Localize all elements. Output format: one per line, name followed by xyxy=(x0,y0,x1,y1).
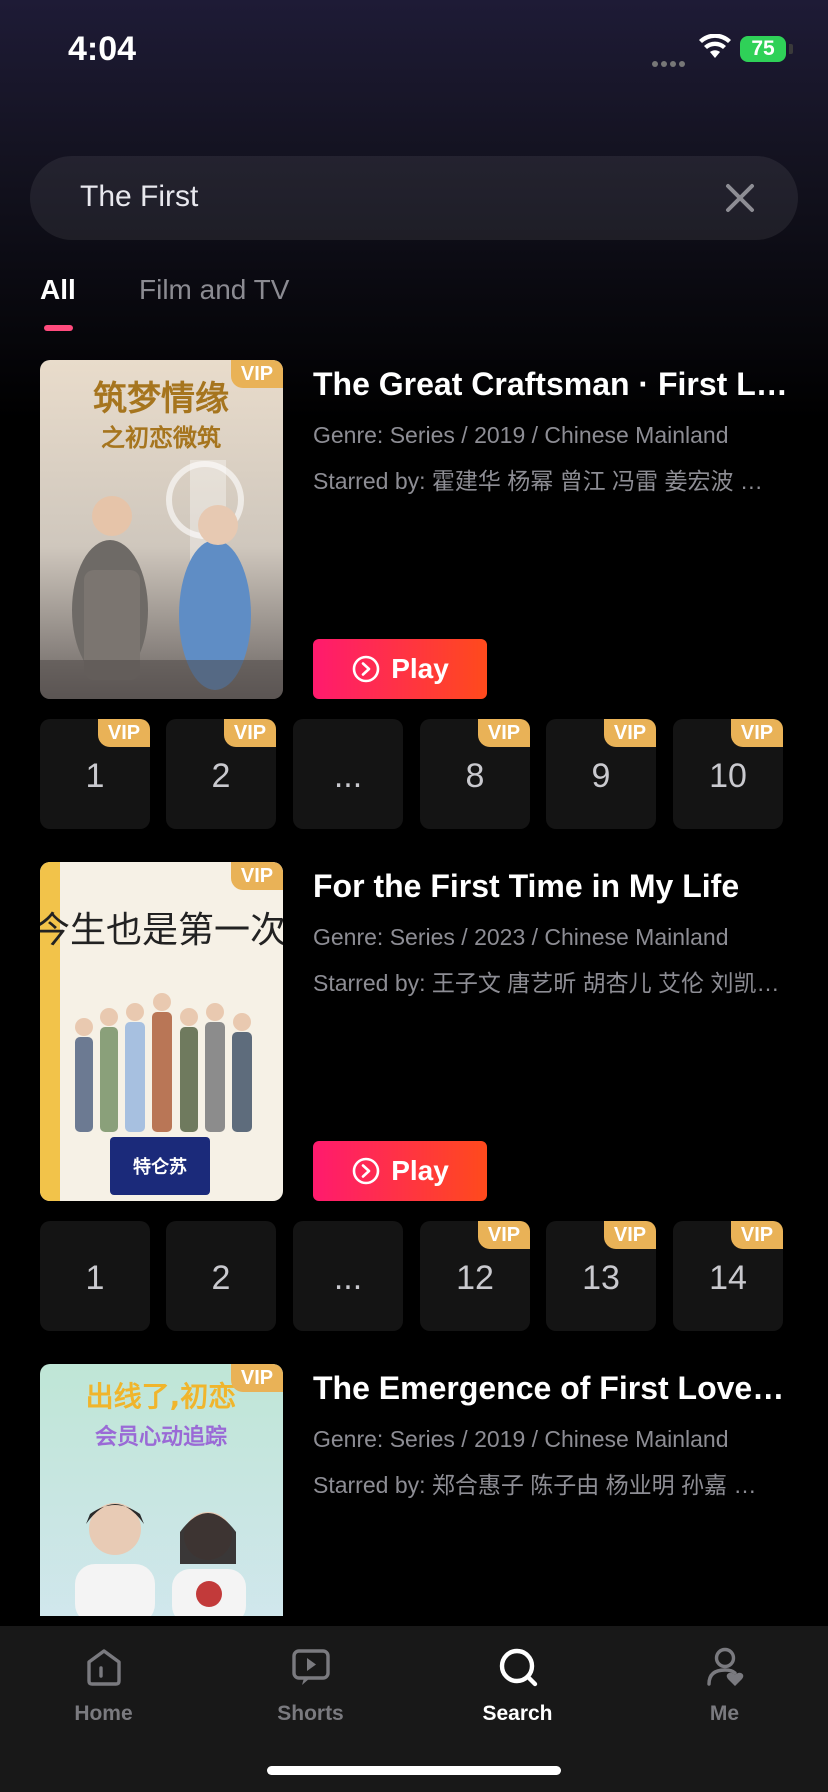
tabbar-label: Me xyxy=(709,1702,740,1725)
result-genre: Genre: Series / 2019 / Chinese Mainland xyxy=(313,422,729,448)
vip-badge: VIP xyxy=(604,1221,656,1249)
result-title[interactable]: For the First Time in My Life xyxy=(313,868,793,905)
vip-badge: VIP xyxy=(98,719,150,747)
episode-button[interactable]: 9 VIP xyxy=(546,719,656,829)
vip-badge: VIP xyxy=(231,360,283,388)
home-indicator xyxy=(267,1766,561,1775)
tabbar-search[interactable]: Search xyxy=(414,1626,621,1746)
tabbar-shorts[interactable]: Shorts xyxy=(207,1626,414,1746)
shorts-icon xyxy=(292,1649,330,1685)
svg-text:会员心动追踪: 会员心动追踪 xyxy=(95,1424,227,1450)
episode-list: 1 VIP 2 VIP ... 8 VIP 9 VIP 10 VIP xyxy=(0,719,828,829)
poster-image[interactable]: 今生也是第一次 特仑苏 VIP xyxy=(40,862,283,1201)
tab-film-and-tv[interactable]: Film and TV xyxy=(139,274,289,306)
result-genre: Genre: Series / 2023 / Chinese Mainland xyxy=(313,924,729,950)
home-icon xyxy=(87,1649,121,1686)
tabbar-me[interactable]: Me xyxy=(621,1626,828,1746)
episode-more-button[interactable]: ... xyxy=(293,719,403,829)
search-icon xyxy=(499,1648,538,1687)
result-item[interactable]: 出线了,初恋 会员心动追踪 VIP The Emergence of First… xyxy=(0,1364,828,1616)
play-button[interactable]: Play xyxy=(313,639,487,699)
vip-badge: VIP xyxy=(231,862,283,890)
svg-text:之初恋微筑: 之初恋微筑 xyxy=(101,423,221,452)
play-button-label: Play xyxy=(391,653,449,684)
result-title[interactable]: The Great Craftsman · First Love xyxy=(313,366,793,403)
episode-button[interactable]: 2 xyxy=(166,1221,276,1331)
tabbar-label: Search xyxy=(482,1702,553,1725)
episode-button[interactable]: 10 VIP xyxy=(673,719,783,829)
episode-button[interactable]: 1 VIP xyxy=(40,719,150,829)
profile-icon xyxy=(707,1647,744,1686)
svg-text:特仑苏: 特仑苏 xyxy=(133,1156,187,1178)
status-bar: 4:04 75 xyxy=(0,0,828,100)
vip-badge: VIP xyxy=(231,1364,283,1392)
episode-button[interactable]: 14 VIP xyxy=(673,1221,783,1331)
filter-tabs: All Film and TV xyxy=(0,270,828,334)
episode-more-button[interactable]: ... xyxy=(293,1221,403,1331)
vip-badge: VIP xyxy=(731,1221,783,1249)
vip-badge: VIP xyxy=(478,719,530,747)
poster-title-text: 出线了,初恋 xyxy=(86,1380,237,1413)
play-button-label: Play xyxy=(391,1155,449,1186)
tabbar-label: Home xyxy=(74,1702,133,1725)
vip-badge: VIP xyxy=(478,1221,530,1249)
poster-image[interactable]: 出线了,初恋 会员心动追踪 VIP xyxy=(40,1364,283,1616)
battery-icon: 75 xyxy=(740,36,786,62)
result-starring: Starred by: 郑合惠子 陈子由 杨业明 孙嘉 … xyxy=(313,1472,757,1498)
episode-button[interactable]: 8 VIP xyxy=(420,719,530,829)
episode-button[interactable]: 13 VIP xyxy=(546,1221,656,1331)
result-starring: Starred by: 王子文 唐艺昕 胡杏儿 艾伦 刘凯 … xyxy=(313,970,783,996)
tabbar-home[interactable]: Home xyxy=(0,1626,207,1746)
play-circle-icon xyxy=(352,1157,380,1185)
result-starring: Starred by: 霍建华 杨幂 曾江 冯雷 姜宏波 … xyxy=(313,468,763,494)
episode-button[interactable]: 12 VIP xyxy=(420,1221,530,1331)
vip-badge: VIP xyxy=(604,719,656,747)
episode-button[interactable]: 1 xyxy=(40,1221,150,1331)
active-tab-indicator xyxy=(44,325,73,331)
result-title[interactable]: The Emergence of First Love · … xyxy=(313,1370,793,1407)
wifi-icon xyxy=(699,34,731,58)
status-time: 4:04 xyxy=(68,30,137,68)
cellular-icon xyxy=(652,54,690,67)
tabbar-label: Shorts xyxy=(277,1702,344,1725)
episode-list: 1 2 ... 12 VIP 13 VIP 14 VIP xyxy=(0,1221,828,1331)
vip-badge: VIP xyxy=(224,719,276,747)
tab-all[interactable]: All xyxy=(40,274,76,306)
clear-icon[interactable] xyxy=(722,180,758,216)
result-genre: Genre: Series / 2019 / Chinese Mainland xyxy=(313,1426,729,1452)
search-field[interactable]: The First xyxy=(30,156,798,240)
poster-title-text: 筑梦情缘 xyxy=(93,379,229,419)
search-input[interactable]: The First xyxy=(80,180,198,214)
battery-cap xyxy=(789,44,793,54)
poster-title-text: 今生也是第一次 xyxy=(40,910,283,951)
episode-button[interactable]: 2 VIP xyxy=(166,719,276,829)
play-circle-icon xyxy=(352,655,380,683)
poster-image[interactable]: 筑梦情缘 之初恋微筑 VIP xyxy=(40,360,283,699)
vip-badge: VIP xyxy=(731,719,783,747)
play-button[interactable]: Play xyxy=(313,1141,487,1201)
